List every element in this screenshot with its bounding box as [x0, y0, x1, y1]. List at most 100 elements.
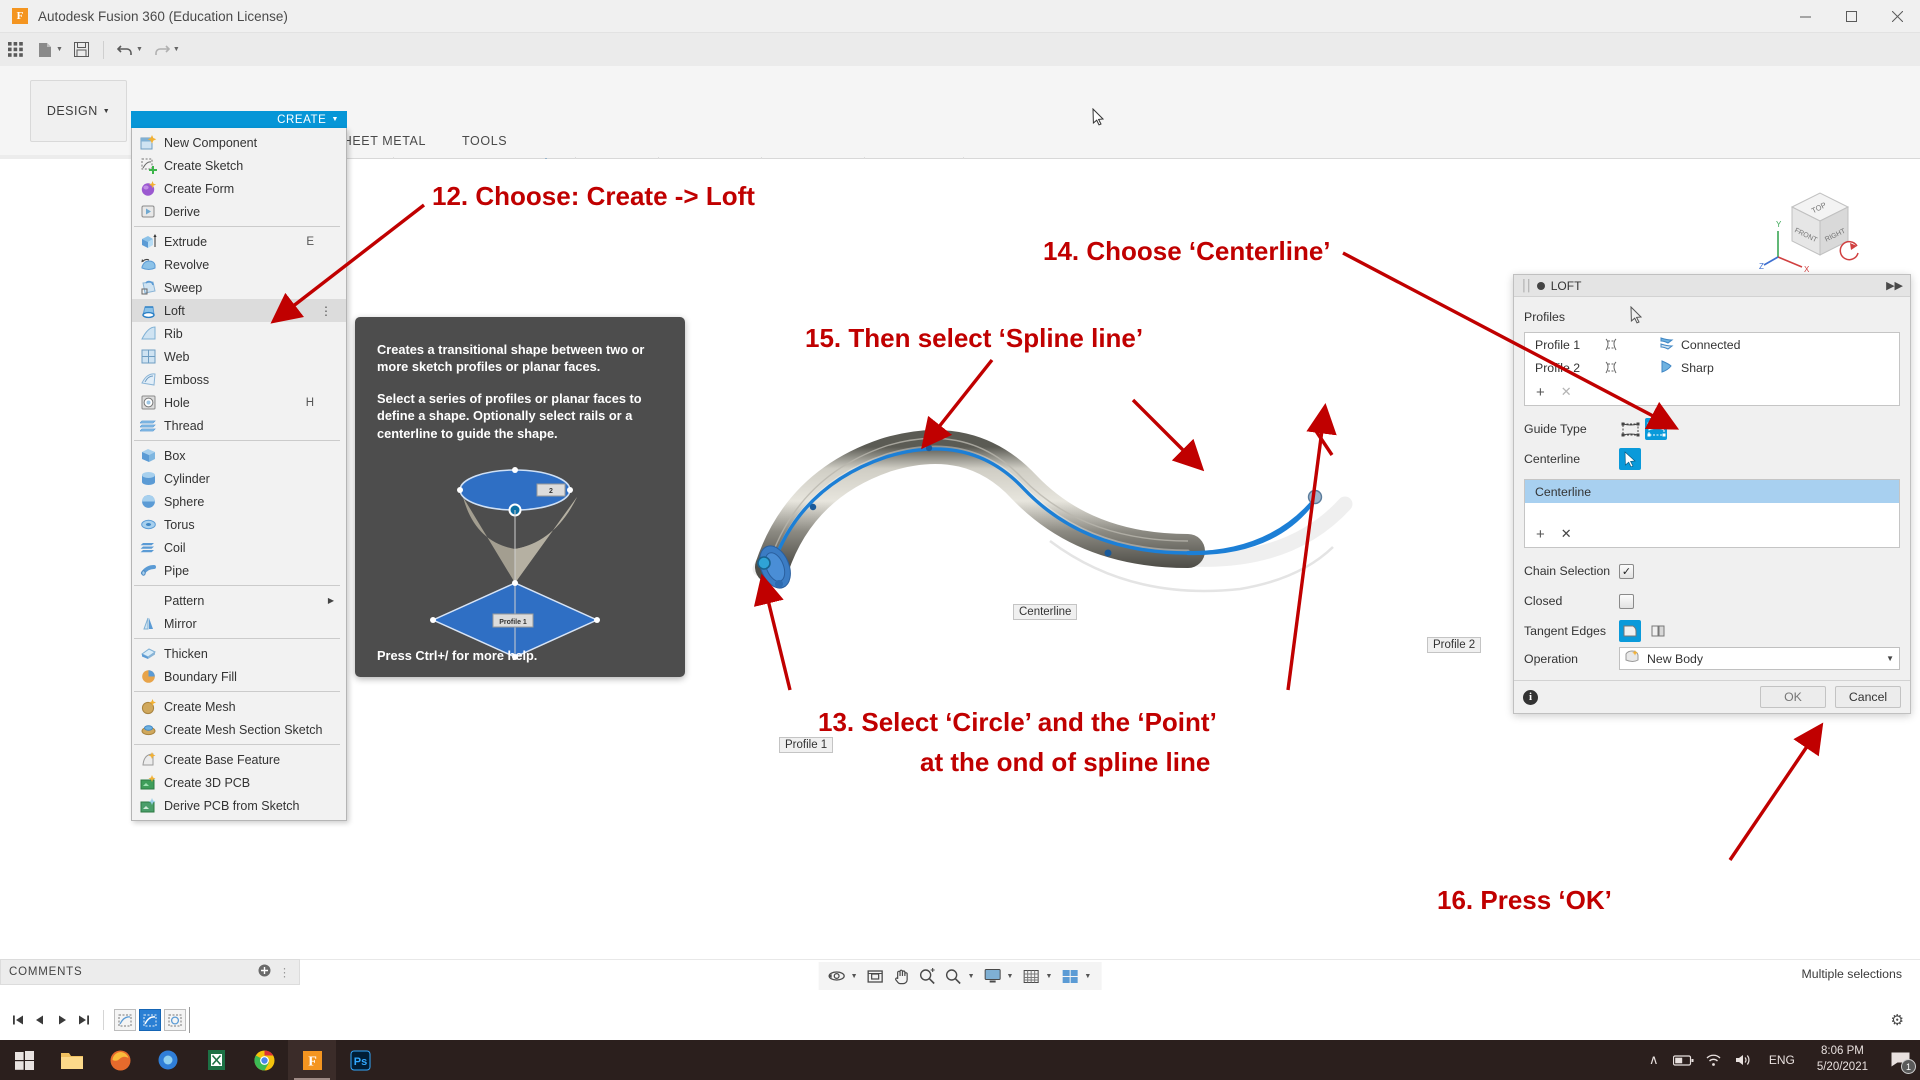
tangent-split-icon[interactable] — [1647, 620, 1669, 642]
workspace-switcher[interactable]: DESIGN ▼ — [30, 80, 127, 142]
menu-item-revolve[interactable]: Revolve — [132, 253, 346, 276]
grid-icon[interactable] — [0, 36, 30, 63]
menu-item-sphere[interactable]: Sphere — [132, 490, 346, 513]
menu-item-pipe[interactable]: Pipe — [132, 559, 346, 582]
play-icon[interactable] — [52, 1009, 71, 1031]
add-comment-icon[interactable] — [258, 964, 271, 980]
step-back-icon[interactable] — [30, 1009, 49, 1031]
rails-icon[interactable] — [1619, 418, 1641, 440]
menu-item-rib[interactable]: Rib — [132, 322, 346, 345]
profile-row-2[interactable]: Profile 2 Sharp — [1525, 356, 1899, 379]
profile-mode-1[interactable]: Connected — [1659, 337, 1740, 353]
menu-item-create-3d-pcb[interactable]: Create 3D PCB — [132, 771, 346, 794]
menu-item-thread[interactable]: Thread — [132, 414, 346, 437]
menu-item-sweep[interactable]: Sweep — [132, 276, 346, 299]
closed-checkbox[interactable] — [1619, 594, 1634, 609]
ok-button[interactable]: OK — [1760, 686, 1826, 708]
taskbar-app-excel[interactable] — [192, 1040, 240, 1080]
chevron-down-icon[interactable]: ▼ — [1886, 654, 1894, 663]
centerline-row-1[interactable]: Centerline — [1525, 480, 1899, 503]
profiles-selection-list[interactable]: Profile 1 Connected Profile 2 — [1524, 332, 1900, 406]
info-icon[interactable]: i — [1523, 690, 1538, 705]
wifi-icon[interactable] — [1699, 1040, 1729, 1080]
orbit-caret-icon[interactable]: ▼ — [851, 973, 858, 980]
menu-item-box[interactable]: Box — [132, 444, 346, 467]
menu-item-loft[interactable]: Loft ⋮ — [132, 299, 346, 322]
taskbar-app-file-explorer[interactable] — [48, 1040, 96, 1080]
notification-icon[interactable]: 1 — [1880, 1040, 1920, 1080]
remove-profile-icon[interactable]: ✕ — [1561, 384, 1572, 400]
viewports-icon[interactable] — [1058, 964, 1082, 988]
create-menu-header[interactable]: CREATE ▼ — [131, 111, 347, 128]
tray-chevron-up-icon[interactable]: ∧ — [1639, 1040, 1669, 1080]
menu-item-cylinder[interactable]: Cylinder — [132, 467, 346, 490]
orbit-icon[interactable] — [825, 964, 849, 988]
save-icon[interactable] — [67, 36, 97, 63]
taskbar-app-blue-circle[interactable] — [144, 1040, 192, 1080]
menu-item-boundary-fill[interactable]: Boundary Fill — [132, 665, 346, 688]
menu-item-create-sketch[interactable]: Create Sketch — [132, 154, 346, 177]
zoom-window-caret-icon[interactable]: ▼ — [968, 973, 975, 980]
pan-icon[interactable] — [890, 964, 914, 988]
grid-snap-caret-icon[interactable]: ▼ — [1045, 973, 1052, 980]
tangent-merged-icon[interactable] — [1619, 620, 1641, 642]
add-centerline-icon[interactable]: + — [1536, 526, 1545, 543]
timeline-feature-2[interactable] — [139, 1009, 161, 1031]
menu-item-web[interactable]: Web — [132, 345, 346, 368]
menu-item-pattern[interactable]: Pattern ▶ — [132, 589, 346, 612]
remove-centerline-icon[interactable]: ✕ — [1561, 526, 1572, 542]
menu-item-emboss[interactable]: Emboss — [132, 368, 346, 391]
windows-start-icon[interactable] — [0, 1040, 48, 1080]
menu-item-create-form[interactable]: Create Form — [132, 177, 346, 200]
taskbar-app-firefox[interactable] — [96, 1040, 144, 1080]
skip-first-icon[interactable] — [8, 1009, 27, 1031]
input-language[interactable]: ENG — [1759, 1053, 1805, 1067]
loft-dialog-header[interactable]: ││ LOFT ▶▶ — [1514, 275, 1910, 297]
timeline-settings-gear-icon[interactable]: ⚙ — [1891, 1011, 1904, 1029]
profile-mode-2[interactable]: Sharp — [1659, 360, 1714, 376]
undo-caret-icon[interactable]: ▼ — [136, 46, 143, 53]
drag-grip-icon[interactable]: ││ — [1521, 280, 1531, 292]
comments-bar[interactable]: COMMENTS ⋮ — [0, 959, 300, 985]
menu-item-derive-pcb-from-sketch[interactable]: Derive PCB from Sketch — [132, 794, 346, 817]
operation-dropdown[interactable]: New Body ▼ — [1619, 647, 1900, 670]
battery-icon[interactable] — [1669, 1040, 1699, 1080]
menu-item-coil[interactable]: Coil — [132, 536, 346, 559]
chain-selection-checkbox[interactable]: ✓ — [1619, 564, 1634, 579]
viewports-caret-icon[interactable]: ▼ — [1084, 973, 1091, 980]
profile-row-1[interactable]: Profile 1 Connected — [1525, 333, 1899, 356]
taskbar-app-photoshop[interactable]: Ps — [336, 1040, 384, 1080]
expand-right-icon[interactable]: ▶▶ — [1886, 279, 1903, 292]
clock[interactable]: 8:06 PM 5/20/2021 — [1805, 1044, 1880, 1075]
menu-item-create-mesh[interactable]: Create Mesh — [132, 695, 346, 718]
tab-tools[interactable]: TOOLS — [444, 134, 525, 154]
cursor-select-icon[interactable] — [1619, 448, 1641, 470]
add-profile-icon[interactable]: + — [1536, 384, 1545, 401]
menu-item-torus[interactable]: Torus — [132, 513, 346, 536]
menu-item-create-base-feature[interactable]: Create Base Feature — [132, 748, 346, 771]
display-settings-caret-icon[interactable]: ▼ — [1007, 973, 1014, 980]
timeline-marker[interactable] — [189, 1007, 193, 1033]
redo-caret-icon[interactable]: ▼ — [173, 46, 180, 53]
volume-icon[interactable] — [1729, 1040, 1759, 1080]
taskbar-app-fusion360[interactable]: F — [288, 1040, 336, 1080]
menu-item-overflow-icon[interactable]: ⋮ — [320, 304, 332, 318]
timeline-feature-1[interactable] — [114, 1009, 136, 1031]
menu-item-new-component[interactable]: New Component — [132, 131, 346, 154]
grid-snap-icon[interactable] — [1019, 964, 1043, 988]
menu-item-derive[interactable]: Derive — [132, 200, 346, 223]
menu-item-thicken[interactable]: Thicken — [132, 642, 346, 665]
new-file-caret-icon[interactable]: ▼ — [56, 46, 63, 53]
minimize-button[interactable] — [1782, 0, 1828, 33]
display-settings-icon[interactable] — [981, 964, 1005, 988]
zoom-window-icon[interactable] — [942, 964, 966, 988]
cancel-button[interactable]: Cancel — [1835, 686, 1901, 708]
loft-dialog[interactable]: ││ LOFT ▶▶ Profiles Profile 1 — [1513, 274, 1911, 714]
timeline-feature-3[interactable] — [164, 1009, 186, 1031]
skip-last-icon[interactable] — [74, 1009, 93, 1031]
zoom-icon[interactable] — [916, 964, 940, 988]
menu-item-mirror[interactable]: Mirror — [132, 612, 346, 635]
taskbar-app-chrome[interactable] — [240, 1040, 288, 1080]
comments-resize-grip-icon[interactable]: ⋮ — [279, 965, 291, 979]
maximize-button[interactable] — [1828, 0, 1874, 33]
